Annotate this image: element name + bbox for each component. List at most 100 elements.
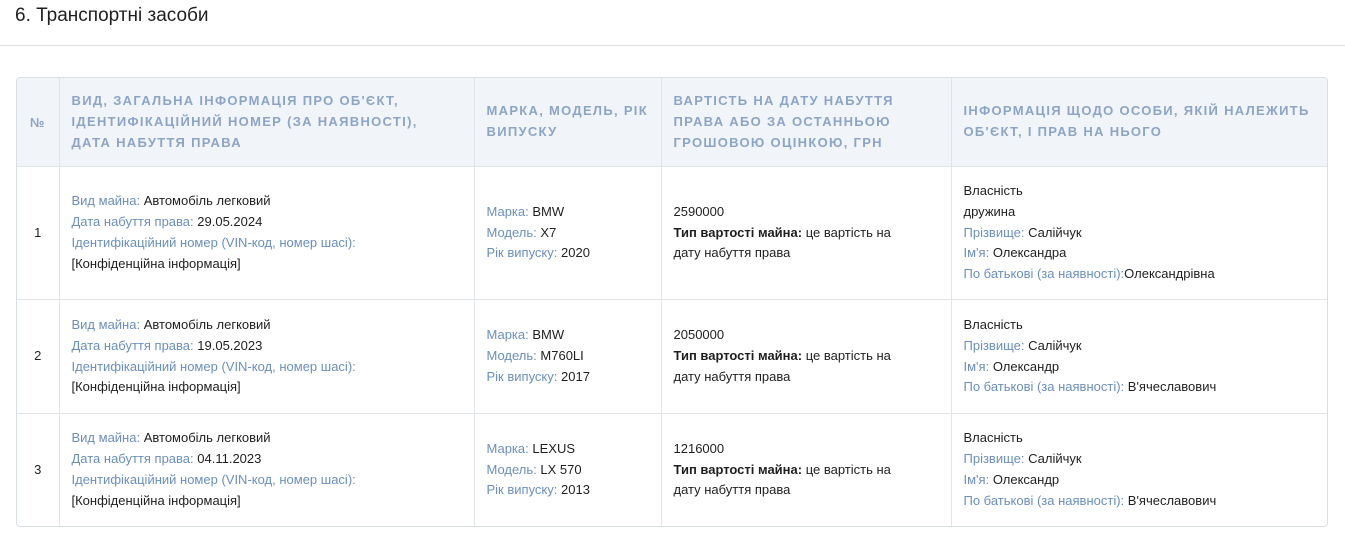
vin-label: Ідентифікаційний номер (VIN-код, номер ш… — [71, 472, 356, 487]
row-number: 3 — [17, 413, 60, 526]
acquisition-date-label: Дата набуття права: — [71, 337, 194, 353]
brand-model-cell: Марка: LEXUS Модель: LX 570 Рік випуску:… — [474, 413, 662, 526]
value-type-text: це вартість на — [805, 348, 891, 364]
surname-label: Прізвище: — [963, 337, 1025, 353]
acquisition-date-value: 19.05.2023 — [197, 337, 263, 353]
object-info-cell: Вид майна: Автомобіль легковий Дата набу… — [59, 413, 475, 526]
year-line: Рік випуску: 2020 — [487, 243, 649, 264]
year-value: 2020 — [561, 245, 590, 261]
value-cell: 1216000 Тип вартості майна: це вартість … — [661, 413, 952, 526]
table-row: 3 Вид майна: Автомобіль легковий Дата на… — [17, 413, 1327, 526]
acquisition-date-value: 04.11.2023 — [197, 451, 262, 467]
property-type-value: Автомобіль легковий — [143, 430, 271, 446]
table-row: 2 Вид майна: Автомобіль легковий Дата на… — [17, 299, 1327, 414]
value-amount: 1216000 — [673, 440, 725, 456]
brand-model-cell: Марка: BMW Модель: M760LI Рік випуску: 2… — [474, 299, 662, 414]
model-line: Модель: X7 — [487, 223, 649, 244]
header-brand-model-year: Марка, модель, рік випуску — [474, 78, 662, 167]
patronymic-value: Олександрівна — [1124, 266, 1215, 282]
header-number: № — [17, 78, 60, 167]
property-type-value: Автомобіль легковий — [143, 316, 271, 332]
acquisition-date-label: Дата набуття права: — [71, 451, 194, 467]
vin-value: [Конфіденційна інформація] — [71, 255, 241, 271]
property-type-line: Вид майна: Автомобіль легковий — [72, 191, 462, 212]
brand-model-cell: Марка: BMW Модель: X7 Рік випуску: 2020 — [474, 166, 662, 300]
name-line: Ім'я: Олександр — [964, 357, 1316, 378]
surname-value: Салійчук — [1028, 337, 1082, 353]
brand-line: Марка: BMW — [487, 202, 649, 223]
table-header-row: № Вид, загальна інформація про об'єкт, і… — [17, 78, 1327, 167]
vehicles-table: № Вид, загальна інформація про об'єкт, і… — [17, 78, 1327, 526]
value-type-text: це вартість на — [805, 461, 891, 477]
vin-value: [Конфіденційна інформація] — [71, 492, 241, 508]
acquisition-date-label: Дата набуття права: — [71, 214, 194, 230]
surname-label: Прізвище: — [963, 224, 1025, 240]
vin-label: Ідентифікаційний номер (VIN-код, номер ш… — [71, 235, 356, 250]
name-label: Ім'я: — [963, 358, 990, 374]
brand-label: Марка: — [486, 327, 529, 343]
value-amount: 2050000 — [673, 327, 725, 343]
owner-info-cell: Власність Прізвище: Салійчук Ім'я: Олекс… — [951, 299, 1327, 414]
property-type-value: Автомобіль легковий — [143, 193, 271, 209]
patronymic-line: По батькові (за наявності):Олександрівна — [964, 264, 1316, 285]
name-line: Ім'я: Олександр — [964, 470, 1316, 491]
acquisition-date-line: Дата набуття права: 19.05.2023 — [72, 336, 462, 357]
brand-value: BMW — [532, 327, 565, 343]
brand-value: LEXUS — [532, 440, 576, 456]
section-title: 6. Транспортні засоби — [15, 5, 209, 26]
value-type-line: Тип вартості майна: це вартість на — [674, 460, 939, 481]
surname-line: Прізвище: Салійчук — [964, 449, 1316, 470]
acquisition-date-line: Дата набуття права: 29.05.2024 — [72, 212, 462, 233]
vin-label: Ідентифікаційний номер (VIN-код, номер ш… — [71, 358, 356, 374]
table-row: 1 Вид майна: Автомобіль легковий Дата на… — [17, 166, 1327, 300]
right-type: Власність — [963, 183, 1023, 198]
right-type: Власність — [963, 316, 1023, 332]
value-amount: 2590000 — [673, 203, 725, 219]
brand-label: Марка: — [486, 440, 529, 456]
patronymic-label: По батькові (за наявності): — [963, 379, 1125, 395]
name-line: Ім'я: Олександра — [964, 243, 1316, 264]
name-label: Ім'я: — [963, 472, 990, 487]
value-type-text-cont: дату набуття права — [673, 245, 791, 261]
vehicles-table-container: № Вид, загальна інформація про об'єкт, і… — [16, 77, 1328, 527]
property-type-line: Вид майна: Автомобіль легковий — [72, 428, 462, 449]
surname-value: Салійчук — [1028, 451, 1082, 467]
year-line: Рік випуску: 2017 — [487, 367, 649, 388]
patronymic-value: В'ячеславович — [1127, 379, 1217, 395]
model-line: Модель: LX 570 — [487, 460, 649, 481]
brand-value: BMW — [532, 203, 565, 219]
property-type-line: Вид майна: Автомобіль легковий — [72, 315, 462, 336]
surname-value: Салійчук — [1028, 224, 1082, 240]
brand-label: Марка: — [486, 203, 529, 219]
header-value: Вартість на дату набуття права або за ос… — [661, 78, 952, 167]
year-line: Рік випуску: 2013 — [487, 480, 649, 501]
value-type-text: це вартість на — [805, 224, 891, 240]
patronymic-line: По батькові (за наявності): В'ячеславови… — [964, 377, 1316, 398]
property-type-label: Вид майна: — [71, 430, 141, 446]
value-type-text-cont: дату набуття права — [673, 482, 791, 498]
year-label: Рік випуску: — [486, 368, 558, 384]
year-label: Рік випуску: — [486, 245, 558, 261]
name-value: Олександр — [992, 358, 1060, 374]
model-line: Модель: M760LI — [487, 346, 649, 367]
model-value: X7 — [540, 224, 557, 240]
row-number: 2 — [17, 299, 60, 414]
surname-label: Прізвище: — [963, 451, 1025, 467]
model-value: M760LI — [540, 348, 584, 364]
surname-line: Прізвище: Салійчук — [964, 336, 1316, 357]
value-type-line: Тип вартості майна: це вартість на — [674, 223, 939, 244]
model-label: Модель: — [486, 461, 537, 477]
acquisition-date-line: Дата набуття права: 04.11.2023 — [72, 449, 462, 470]
name-value: Олександр — [992, 472, 1060, 487]
owner-info-cell: Власність дружина Прізвище: Салійчук Ім'… — [951, 166, 1327, 300]
value-cell: 2590000 Тип вартості майна: це вартість … — [661, 166, 952, 300]
value-type-text-cont: дату набуття права — [673, 368, 791, 384]
year-value: 2017 — [561, 368, 590, 384]
surname-line: Прізвище: Салійчук — [964, 223, 1316, 244]
object-info-cell: Вид майна: Автомобіль легковий Дата набу… — [59, 166, 475, 300]
year-value: 2013 — [561, 482, 590, 498]
right-type: Власність — [963, 430, 1023, 446]
name-value: Олександра — [992, 245, 1067, 261]
patronymic-line: По батькові (за наявності): В'ячеславови… — [964, 491, 1316, 512]
header-owner-info: Інформація щодо особи, якій належить об'… — [951, 78, 1327, 167]
